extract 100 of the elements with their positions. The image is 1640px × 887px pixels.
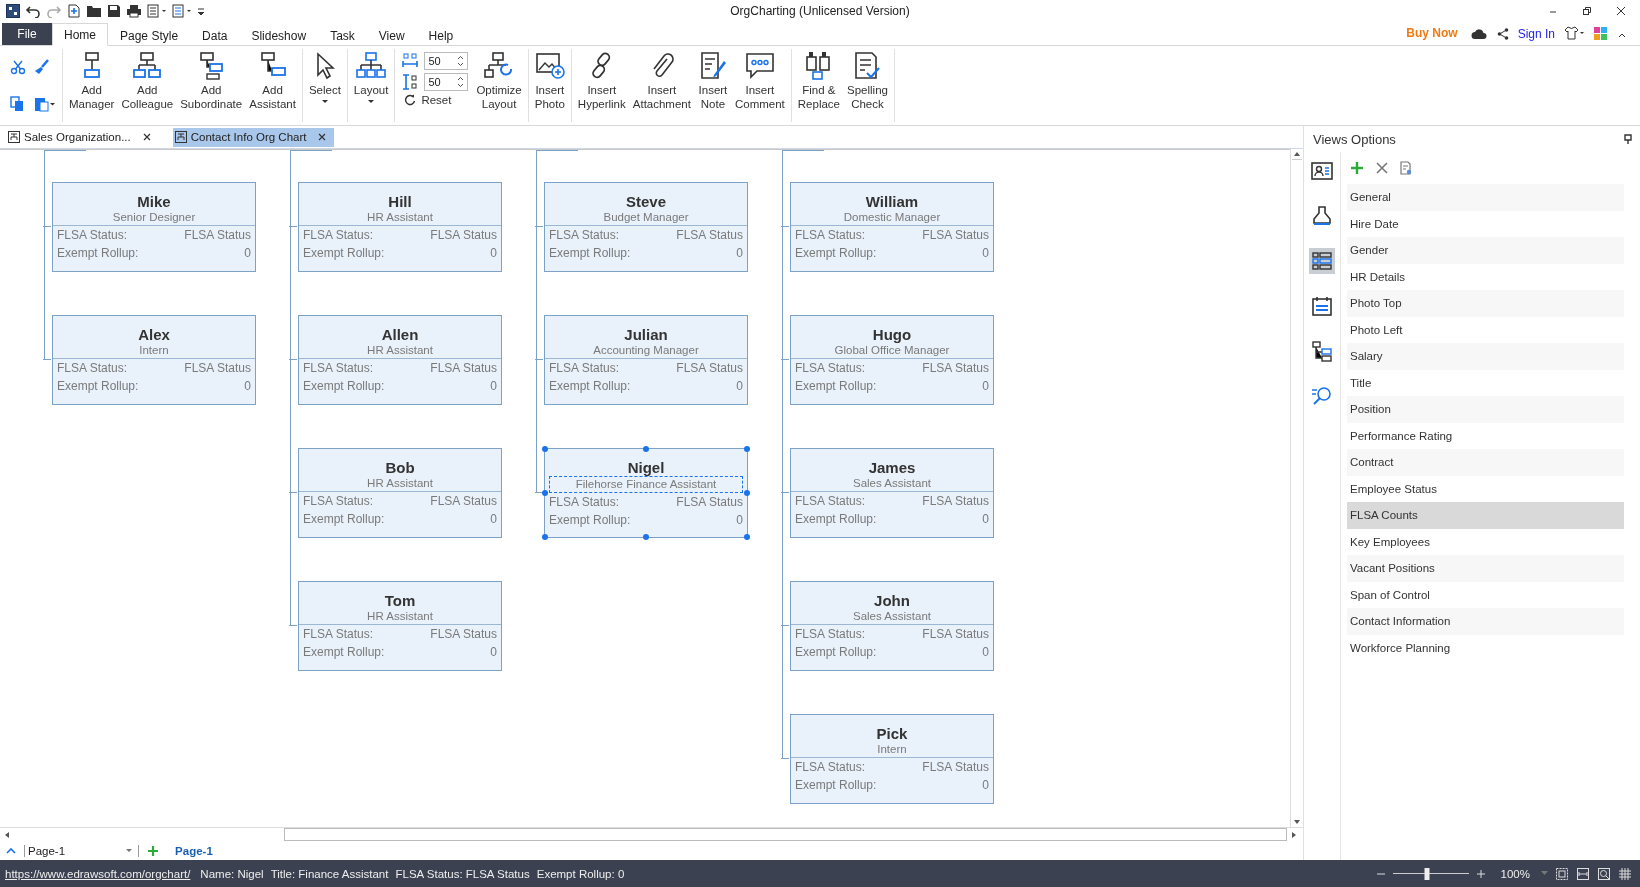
view-option-item[interactable]: Title (1347, 369, 1624, 396)
tree-icon[interactable] (1309, 338, 1335, 364)
selection-handle[interactable] (542, 534, 548, 540)
view-option-item[interactable]: Employee Status (1347, 475, 1624, 502)
employee-card[interactable]: Pick Intern FLSA Status: FLSA Status Exempt Rollup: 0 (790, 714, 994, 804)
menu-tab[interactable]: Data (190, 24, 240, 46)
website-link[interactable]: https://www.edrawsoft.com/orgchart/ (5, 867, 191, 880)
ribbon-button[interactable]: Add Manager (66, 49, 118, 113)
document-edit-icon[interactable] (1400, 161, 1412, 175)
employee-card[interactable]: Bob HR Assistant FLSA Status: FLSA Status Exempt Rollup: 0 (298, 448, 502, 538)
view-option-item[interactable]: HR Details (1347, 263, 1624, 290)
height-spin-field[interactable]: 50 (424, 73, 469, 91)
view-option-item[interactable]: Contract (1347, 449, 1624, 476)
view-option-item[interactable]: General (1347, 184, 1624, 211)
print-icon[interactable] (126, 4, 142, 18)
close-icon[interactable] (318, 133, 327, 141)
share-icon[interactable] (1496, 28, 1509, 40)
width-spin-field[interactable]: 50 (424, 52, 469, 70)
menu-tab[interactable]: Page Style (108, 24, 191, 46)
restore-icon[interactable] (1582, 6, 1592, 16)
ribbon-button[interactable]: Add Assistant (246, 49, 299, 113)
list-view-icon[interactable] (1309, 248, 1335, 274)
ribbon-button[interactable]: Select (305, 49, 344, 107)
page-dropdown[interactable]: Page-1 (24, 844, 140, 857)
scroll-right-icon[interactable] (1291, 830, 1297, 839)
view-option-item[interactable]: Photo Left (1347, 316, 1624, 343)
folder-icon[interactable] (86, 4, 102, 18)
menu-tab[interactable]: Home (52, 23, 108, 46)
document-tab[interactable]: Sales Organization... (6, 127, 159, 147)
ribbon-button[interactable]: Insert Comment (731, 49, 788, 113)
selection-handle[interactable] (643, 534, 649, 540)
ribbon-button[interactable]: Spelling Check (844, 49, 891, 113)
horizontal-scrollbar[interactable] (0, 827, 1303, 841)
view-option-item[interactable]: Hire Date (1347, 210, 1624, 237)
export-icon[interactable] (147, 4, 167, 18)
new-file-icon[interactable] (67, 4, 81, 18)
file-menu-button[interactable]: File (2, 23, 52, 45)
spin-arrows-icon[interactable] (457, 75, 465, 89)
menu-tab[interactable]: View (366, 24, 417, 46)
view-option-item[interactable]: Performance Rating (1347, 422, 1624, 449)
ribbon-button[interactable]: Optimize Layout (473, 49, 525, 113)
paste-icon[interactable] (34, 96, 56, 113)
ribbon-button[interactable]: Layout (350, 49, 392, 107)
view-option-item[interactable]: Vacant Positions (1347, 555, 1624, 582)
shirt-icon[interactable] (1564, 26, 1584, 40)
copy-icon[interactable] (10, 96, 26, 113)
reset-button[interactable]: Reset (402, 94, 469, 106)
vertical-scrollbar[interactable] (1290, 149, 1303, 827)
view-option-item[interactable]: Position (1347, 396, 1624, 423)
menu-tab[interactable]: Slideshow (239, 24, 319, 46)
view-option-item[interactable]: Salary (1347, 343, 1624, 370)
ribbon-button[interactable]: Insert Note (694, 49, 731, 113)
add-icon[interactable] (1350, 161, 1364, 175)
view-option-item[interactable]: FLSA Counts (1347, 502, 1624, 529)
selection-handle[interactable] (744, 446, 750, 452)
scroll-left-icon[interactable] (4, 830, 10, 839)
view-option-item[interactable]: Key Employees (1347, 528, 1624, 555)
employee-card[interactable]: William Domestic Manager FLSA Status: FLSA Status Exempt Rollup: 0 (790, 182, 994, 272)
save-icon[interactable] (107, 4, 121, 18)
view-option-item[interactable]: Photo Top (1347, 290, 1624, 317)
selection-handle[interactable] (744, 490, 750, 496)
employee-card[interactable]: Mike Senior Designer FLSA Status: FLSA Status Exempt Rollup: 0 (52, 182, 256, 272)
undo-icon[interactable] (25, 4, 41, 18)
fit-width-icon[interactable] (1576, 866, 1590, 881)
page-tab[interactable]: Page-1 (167, 844, 221, 857)
view-option-item[interactable]: Gender (1347, 237, 1624, 264)
scissors-icon[interactable] (10, 58, 26, 75)
selection-handle[interactable] (542, 446, 548, 452)
fit-page-icon[interactable] (1555, 866, 1569, 881)
menu-tab[interactable]: Task (318, 24, 367, 46)
import-icon[interactable] (172, 4, 192, 18)
employee-card[interactable]: Steve Budget Manager FLSA Status: FLSA Status Exempt Rollup: 0 (544, 182, 748, 272)
zoom-icon[interactable] (1597, 866, 1611, 881)
ribbon-button[interactable]: Add Subordinate (177, 49, 246, 113)
employee-card[interactable]: John Sales Assistant FLSA Status: FLSA Status Exempt Rollup: 0 (790, 581, 994, 671)
ribbon-button[interactable]: Insert Attachment (629, 49, 694, 113)
cloud-icon[interactable] (1470, 28, 1487, 40)
document-tab[interactable]: Contact Info Org Chart (172, 127, 335, 147)
sign-in-link[interactable]: Sign In (1517, 27, 1555, 41)
employee-card[interactable]: James Sales Assistant FLSA Status: FLSA Status Exempt Rollup: 0 (790, 448, 994, 538)
selection-handle[interactable] (643, 446, 649, 452)
spin-arrows-icon[interactable] (457, 54, 465, 68)
caret-icon[interactable] (125, 847, 134, 854)
pin-icon[interactable] (1624, 133, 1632, 145)
employee-card[interactable]: Alex Intern FLSA Status: FLSA Status Exempt Rollup: 0 (52, 315, 256, 405)
employee-card[interactable]: Tom HR Assistant FLSA Status: FLSA Status Exempt Rollup: 0 (298, 581, 502, 671)
ribbon-button[interactable]: Add Colleague (118, 49, 177, 113)
ribbon-button[interactable]: Insert Photo (531, 49, 568, 113)
expand-icon[interactable] (6, 846, 16, 855)
menu-tab[interactable]: Help (416, 24, 466, 46)
grid-icon[interactable] (1618, 866, 1632, 881)
add-page-icon[interactable] (147, 844, 160, 857)
employee-card[interactable]: Nigel Filehorse Finance Assistant FLSA Status: FLSA Status Exempt Rollup: 0 (544, 448, 748, 538)
employee-card[interactable]: Hill HR Assistant FLSA Status: FLSA Status Exempt Rollup: 0 (298, 182, 502, 272)
zoom-in-icon[interactable] (1475, 868, 1486, 879)
brush-icon[interactable] (34, 58, 50, 75)
close-icon[interactable] (142, 133, 151, 141)
selection-handle[interactable] (744, 534, 750, 540)
view-option-item[interactable]: Contact Information (1347, 608, 1624, 635)
ribbon-button[interactable]: Find & Replace (794, 49, 843, 113)
